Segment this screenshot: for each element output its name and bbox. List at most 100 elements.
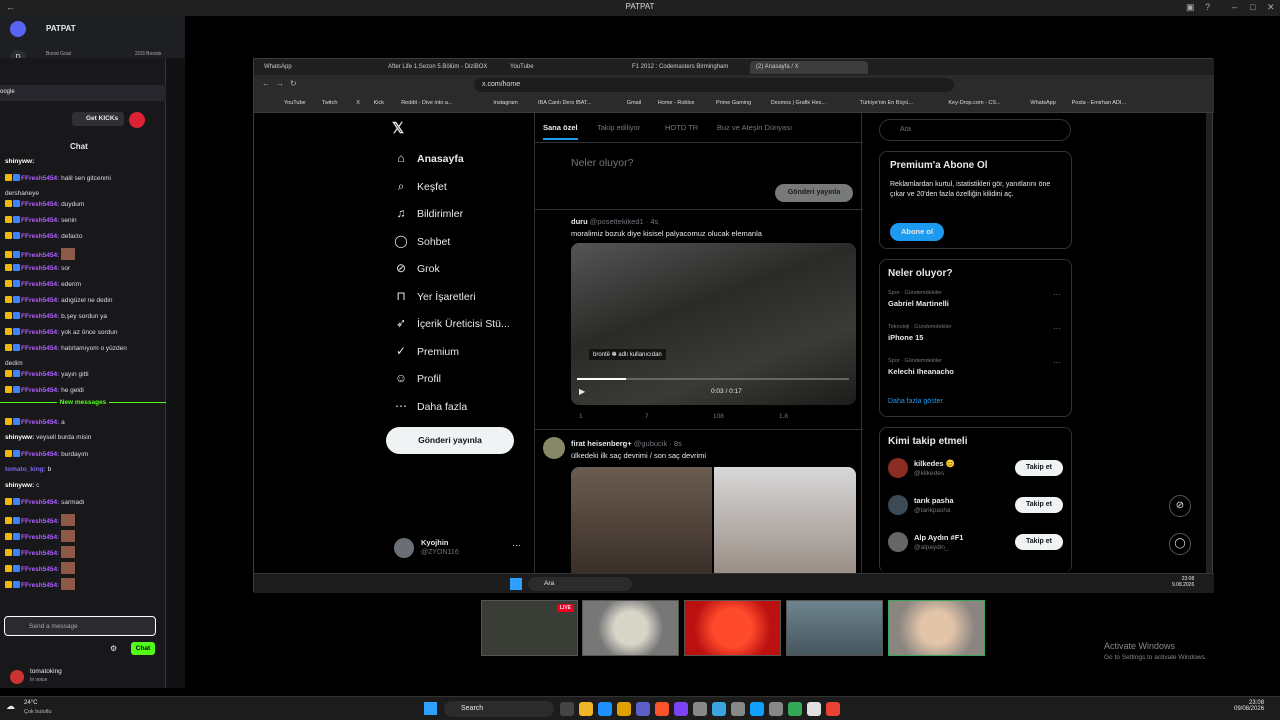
nav-premium[interactable]: ✓ Premium — [392, 344, 459, 358]
bookmark[interactable]: Reddit - Dive into a... — [401, 100, 452, 106]
nav-grok[interactable]: ⊘ Grok — [392, 261, 440, 275]
chat-username[interactable]: FFresh5454: — [21, 582, 59, 589]
nav-bildirimler[interactable]: ♫ Bildirimler — [392, 206, 464, 220]
follow-avatar[interactable] — [888, 458, 908, 478]
chat-username[interactable]: FFresh5454: — [21, 419, 59, 426]
bookmark[interactable]: Home - Roblox — [658, 100, 695, 106]
bookmark[interactable]: WhatsApp — [1030, 100, 1055, 106]
taskbar-app-icon[interactable] — [598, 702, 612, 716]
nav-sohbet[interactable]: ◯ Sohbet — [392, 234, 450, 248]
maximize-icon[interactable]: □ — [1250, 2, 1255, 12]
chat-username[interactable]: FFresh5454: — [21, 217, 59, 224]
taskbar-app-icon[interactable] — [731, 702, 745, 716]
chat-username[interactable]: FFresh5454: — [21, 387, 59, 394]
more-icon[interactable]: ⋯ — [1053, 324, 1061, 333]
nav-anasayfa[interactable]: ⌂ Anasayfa — [392, 151, 463, 165]
bookmark[interactable]: Key-Drop.com - CS... — [948, 100, 1000, 106]
bookmark[interactable]: Posta - Emirhan ADI... — [1072, 100, 1126, 106]
trend-name[interactable]: iPhone 15 — [888, 333, 923, 342]
forward-icon[interactable]: → — [276, 79, 284, 88]
bookmark[interactable]: Kick — [374, 100, 384, 106]
follow-name[interactable]: tarık pasha — [914, 496, 954, 505]
more-icon[interactable]: ⋯ — [512, 540, 521, 551]
taskbar-app-icon[interactable] — [826, 702, 840, 716]
tweet-image[interactable] — [714, 467, 856, 573]
chat-username[interactable]: FFresh5454: — [21, 233, 59, 240]
taskbar-app-icon[interactable] — [807, 702, 821, 716]
bookmark[interactable]: Türkiye'nin En Büyü... — [860, 100, 913, 106]
chat-username[interactable]: FFresh5454: — [21, 499, 59, 506]
play-icon[interactable]: ▶ — [579, 387, 585, 396]
nav-yer-i-şaretleri[interactable]: ⊓ Yer İşaretleri — [392, 289, 475, 303]
taskbar-app-icon[interactable] — [788, 702, 802, 716]
chat-username[interactable]: shinyww: — [5, 482, 34, 489]
feed-tab[interactable]: Buz ve Ateşin Dünyası — [717, 123, 792, 132]
bookmark[interactable]: Instagram — [493, 100, 517, 106]
messages-icon[interactable]: ◯ — [1169, 533, 1191, 555]
weather-temp[interactable]: 24°C — [24, 700, 37, 706]
compose-post-button[interactable]: Gönderi yayınla — [775, 184, 853, 202]
browser-tab[interactable]: After Life 1.Sezon 5.Bölüm - DiziBOX — [382, 61, 493, 74]
feed-tab[interactable]: Sana özel — [543, 123, 578, 140]
trend-name[interactable]: Kelechi Iheanacho — [888, 367, 954, 376]
pin-icon[interactable]: ▣ — [1186, 2, 1195, 13]
back-icon[interactable]: ← — [6, 2, 15, 12]
chat-username[interactable]: FFresh5454: — [21, 371, 59, 378]
bookmark[interactable]: Prime Gaming — [716, 100, 751, 106]
taskbar-app-icon[interactable] — [693, 702, 707, 716]
minimize-icon[interactable]: – — [1232, 2, 1237, 12]
taskbar-search[interactable]: Search — [444, 701, 554, 717]
windows-start-icon[interactable] — [510, 578, 522, 590]
server-name[interactable]: PATPAT — [46, 24, 76, 33]
feed-tab[interactable]: HOTD TR — [665, 123, 698, 132]
grok-icon[interactable]: ⊘ — [1169, 495, 1191, 517]
chat-username[interactable]: FFresh5454: — [21, 313, 59, 320]
taskbar-app-icon[interactable] — [769, 702, 783, 716]
chat-username[interactable]: tomato_king: — [5, 466, 46, 473]
view-count[interactable]: 1.8 — [779, 413, 788, 420]
nav-i-çerik-üreticisi-stü-[interactable]: ➶ İçerik Üreticisi Stü... — [392, 316, 510, 330]
follow-name[interactable]: kilkedes 😊 — [914, 459, 955, 468]
windows-start-icon[interactable] — [424, 702, 437, 715]
retweet-count[interactable]: 7 — [645, 413, 649, 420]
send-chat-button[interactable]: Chat — [131, 642, 155, 655]
nav-profil[interactable]: ☺ Profil — [392, 371, 441, 385]
chat-username[interactable]: FFresh5454: — [21, 201, 59, 208]
participant-thumb[interactable]: LIVE — [481, 600, 578, 656]
browser-tab[interactable]: (2) Anasayfa / X — [750, 61, 868, 74]
bookmark[interactable]: IBA Canlı Ders IBAT... — [538, 100, 591, 106]
subscribe-button[interactable]: Abone ol — [890, 223, 944, 241]
back-icon[interactable]: ← — [262, 79, 270, 88]
browser-tab[interactable]: WhatsApp — [258, 61, 298, 74]
chat-username[interactable]: FFresh5454: — [21, 175, 59, 182]
bookmark[interactable]: Gmail — [627, 100, 641, 106]
chat-username[interactable]: FFresh5454: — [21, 281, 59, 288]
nav-keşfet[interactable]: ⌕ Keşfet — [392, 179, 447, 194]
search-input[interactable]: Ara — [879, 119, 1071, 141]
tweet-image[interactable] — [571, 467, 712, 573]
gear-icon[interactable]: ⚙ — [110, 644, 117, 653]
trend-name[interactable]: Gabriel Martinelli — [888, 299, 949, 308]
more-icon[interactable]: ⋯ — [1053, 358, 1061, 367]
participant-thumb[interactable] — [786, 600, 883, 656]
follow-name[interactable]: Alp Aydın #F1 — [914, 533, 963, 542]
reply-count[interactable]: 1 — [579, 413, 583, 420]
taskbar-app-icon[interactable] — [712, 702, 726, 716]
taskbar-clock[interactable]: 23:08 09/08/2026 — [1234, 700, 1264, 712]
post-button[interactable]: Gönderi yayınla — [386, 427, 514, 454]
close-icon[interactable]: ✕ — [1267, 2, 1275, 13]
follow-button[interactable]: Takip et — [1015, 460, 1063, 476]
discord-home-icon[interactable] — [10, 21, 26, 37]
chat-username[interactable]: FFresh5454: — [21, 518, 59, 525]
chat-username[interactable]: FFresh5454: — [21, 329, 59, 336]
tweet-video[interactable]: brontë ✽ adlı kullanıcıdan ▶ 0:03 / 0:17 — [571, 243, 856, 405]
taskbar-app-icon[interactable] — [674, 702, 688, 716]
user-avatar[interactable] — [129, 112, 145, 128]
chat-username[interactable]: FFresh5454: — [21, 345, 59, 352]
x-logo-icon[interactable]: 𝕏 — [392, 119, 404, 137]
video-progress[interactable] — [577, 378, 849, 380]
bookmark[interactable]: X — [356, 100, 360, 106]
taskbar-app-icon[interactable] — [636, 702, 650, 716]
chat-username[interactable]: FFresh5454: — [21, 566, 59, 573]
participant-thumb[interactable] — [888, 600, 985, 656]
